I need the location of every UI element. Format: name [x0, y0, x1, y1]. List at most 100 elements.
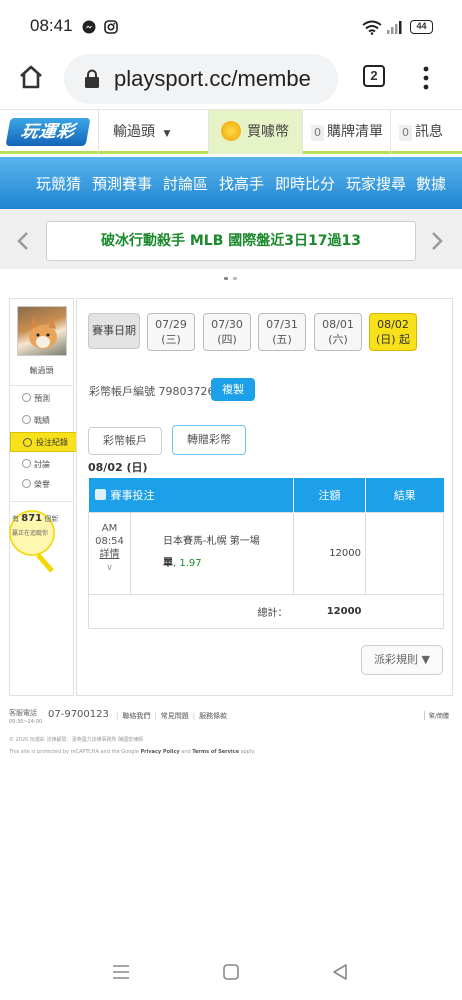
- buy-coins-button[interactable]: 買噱幣: [208, 110, 302, 154]
- user-menu-label: 輸過頭: [113, 124, 155, 140]
- bet-detail-link[interactable]: 詳情: [100, 549, 120, 560]
- date-button-0730[interactable]: 07/30 (四): [203, 313, 251, 351]
- terms-link[interactable]: 服務條款: [199, 712, 227, 720]
- predict-icon: [22, 393, 31, 402]
- sidebar-item-discuss[interactable]: 討論: [22, 459, 50, 470]
- contact-us-link[interactable]: 聯絡我們: [122, 712, 150, 720]
- member-sidebar: 輸過頭 預測 戰績 投注紀錄 討論 榮譽 有 871 個新 贏正在追蹤你: [9, 298, 84, 696]
- messages-label: 訊息: [415, 124, 443, 140]
- col-header-result: 結果: [365, 478, 444, 512]
- tab-transfer-coins[interactable]: 轉贈彩幣: [172, 425, 246, 455]
- date-button-0729[interactable]: 07/29 (三): [147, 313, 195, 351]
- sidebar-username: 輸過頭: [29, 366, 54, 375]
- messages-link[interactable]: 0 訊息: [390, 110, 462, 154]
- date-button-0731[interactable]: 07/31 (五): [258, 313, 306, 351]
- chevron-down-icon[interactable]: ∨: [106, 563, 113, 573]
- record-icon: [22, 415, 31, 424]
- status-bar: 08:41 44: [0, 0, 462, 48]
- sidebar-item-label: 討論: [34, 460, 50, 469]
- home-icon[interactable]: [18, 64, 44, 90]
- follower-notice[interactable]: 有 871 個新: [12, 513, 58, 524]
- bet-ampm: AM: [101, 522, 118, 534]
- recaptcha-notice: This site is protected by reCAPTCHA and …: [9, 749, 255, 755]
- bet-event-name: 日本賽馬-札幌 第一場: [163, 536, 260, 547]
- buy-coins-label: 買噱幣: [247, 124, 289, 140]
- chevron-left-icon[interactable]: [16, 231, 30, 251]
- nav-item-livescore[interactable]: 即時比分: [275, 173, 335, 194]
- history-icon: [23, 438, 32, 447]
- tab-switcher-button[interactable]: 2: [363, 65, 385, 87]
- battery-indicator: 44: [410, 20, 433, 34]
- page-footer: 客服電話 09:30~24:00 07-9700123 | 聯絡我們 | 常見問題 | 服…: [0, 700, 462, 770]
- back-icon[interactable]: [332, 963, 348, 981]
- day-text: (日) 起: [375, 333, 411, 346]
- copyright-text: © 2020 玩運彩 法律顧問：漢英國力法律事務所 陳國宏律師: [9, 737, 144, 743]
- bet-list-icon: [94, 488, 106, 500]
- sidebar-item-predict[interactable]: 預測: [22, 393, 50, 404]
- sidebar-item-label: 戰績: [34, 416, 50, 425]
- address-bar[interactable]: playsport.cc/membe: [64, 54, 338, 104]
- language-switch[interactable]: 繁/簡體: [424, 711, 449, 720]
- avatar[interactable]: [17, 306, 67, 356]
- sidebar-item-record[interactable]: 戰績: [22, 415, 50, 426]
- footer-links: | 聯絡我們 | 常見問題 | 服務條款: [116, 712, 228, 720]
- payout-rules-button[interactable]: 派彩規則 ▼: [361, 645, 443, 675]
- date-text: 07/30: [211, 318, 243, 331]
- faq-link[interactable]: 常見問題: [161, 712, 189, 720]
- service-label: 客服電話: [9, 709, 37, 717]
- service-hours: 09:30~24:00: [9, 719, 43, 725]
- cart-link[interactable]: 0 購牌清單: [302, 110, 390, 154]
- table-row: AM 08:54 詳情 ∨ 日本賽馬-札幌 第一場 單, 1.97 12000: [88, 511, 444, 595]
- lock-icon: [85, 69, 99, 88]
- day-text: (四): [217, 333, 237, 346]
- honor-icon: [22, 479, 31, 488]
- nav-item-predict[interactable]: 預測賽事: [92, 173, 152, 194]
- coin-icon: [221, 121, 241, 141]
- date-button-0801[interactable]: 08/01 (六): [314, 313, 362, 351]
- recent-apps-icon[interactable]: [112, 964, 130, 980]
- chevron-right-icon[interactable]: [430, 231, 444, 251]
- nav-item-guess[interactable]: 玩競猜: [36, 173, 81, 194]
- nav-item-experts[interactable]: 找高手: [219, 173, 264, 194]
- event-date-label: 賽事日期: [88, 313, 140, 349]
- service-info: 客服電話 09:30~24:00: [9, 709, 42, 726]
- more-menu-icon[interactable]: [421, 65, 431, 91]
- col-header-amount: 注額: [293, 478, 366, 512]
- nav-item-stats[interactable]: 數據: [416, 173, 446, 194]
- table-header-row: 賽事投注 注額 結果: [88, 478, 444, 512]
- cart-label: 購牌清單: [327, 124, 383, 140]
- col-header-event-label: 賽事投注: [110, 488, 155, 502]
- nav-item-forum[interactable]: 討論區: [163, 173, 208, 194]
- status-time: 08:41: [30, 16, 73, 35]
- sidebar-item-betting-history[interactable]: 投注紀錄: [10, 432, 84, 452]
- bet-time: 08:54: [95, 535, 124, 547]
- announcement-banner: 破冰行動殺手 MLB 國際盤近3日17過13: [0, 209, 462, 280]
- announcement-text[interactable]: 破冰行動殺手 MLB 國際盤近3日17過13: [46, 221, 416, 261]
- instagram-icon: [104, 20, 118, 34]
- date-text: 08/02: [377, 318, 409, 331]
- day-text: (六): [328, 333, 348, 346]
- tab-coin-account[interactable]: 彩幣帳戶: [88, 427, 162, 455]
- day-text: (五): [272, 333, 292, 346]
- sidebar-item-honor[interactable]: 榮譽: [22, 479, 50, 490]
- day-text: (三): [161, 333, 181, 346]
- site-logo[interactable]: 玩運彩: [5, 118, 91, 146]
- follower-unit: 個新: [44, 515, 59, 523]
- bet-amount-cell: 12000: [293, 511, 366, 595]
- wifi-icon: [362, 20, 382, 35]
- browser-toolbar: playsport.cc/membe 2: [0, 48, 462, 110]
- signal-icon: [387, 21, 402, 34]
- nav-item-player-search[interactable]: 玩家搜尋: [346, 173, 406, 194]
- terms-of-service-link[interactable]: Terms of Service: [192, 749, 239, 755]
- privacy-policy-link[interactable]: Privacy Policy: [140, 749, 179, 755]
- date-text: 07/31: [266, 318, 298, 331]
- copy-button[interactable]: 複製: [211, 378, 255, 401]
- bet-type: 單: [163, 558, 173, 569]
- system-nav-bar: [0, 944, 462, 1000]
- home-button-icon[interactable]: [222, 963, 240, 981]
- user-menu[interactable]: 輸過頭 ▼: [98, 110, 208, 154]
- date-button-0802-active[interactable]: 08/02 (日) 起: [369, 313, 417, 351]
- discuss-icon: [22, 459, 31, 468]
- main-nav: 玩競猜 預測賽事 討論區 找高手 即時比分 玩家搜尋 數據: [0, 157, 462, 209]
- messenger-icon: [82, 20, 96, 34]
